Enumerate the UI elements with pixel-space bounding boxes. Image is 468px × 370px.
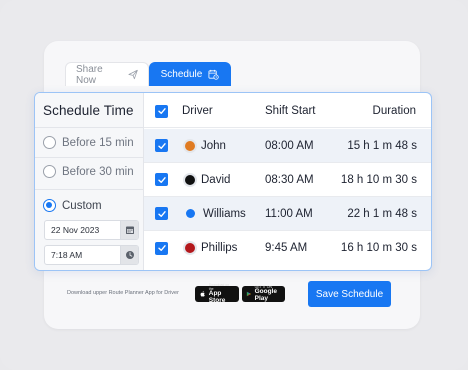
- download-app-text: Download upper Route Planner App for Dri…: [67, 290, 179, 296]
- driver-name: John: [201, 139, 226, 152]
- duration: 22 h 1 m 48 s: [347, 207, 417, 220]
- schedule-time-title: Schedule Time: [43, 103, 134, 118]
- check-icon: [157, 245, 166, 251]
- driver-color-dot: [185, 140, 195, 151]
- option-custom[interactable]: Custom: [43, 199, 102, 212]
- app-store-big: App Store: [208, 290, 226, 304]
- divider: [35, 189, 144, 190]
- google-play-text: GET IT ON Google Play: [254, 285, 281, 303]
- driver-color-dot: [185, 174, 195, 185]
- clock-icon: [125, 251, 134, 259]
- tab-share-now-label: Share Now: [76, 63, 103, 86]
- radio-button[interactable]: [43, 165, 56, 178]
- tab-share-now[interactable]: Share Now: [65, 62, 149, 86]
- header-duration: Duration: [372, 105, 416, 117]
- calendar-clock-icon: [208, 69, 220, 80]
- driver-color-dot: [186, 209, 195, 218]
- google-play-icon: [246, 291, 252, 297]
- check-icon: [157, 210, 166, 217]
- schedule-time-column: Schedule Time Before 15 min Before 30 mi…: [35, 93, 144, 270]
- divider: [35, 157, 144, 158]
- google-play-badge[interactable]: GET IT ON Google Play: [242, 285, 285, 303]
- row-checkbox[interactable]: [155, 241, 168, 255]
- time-value: 7:18 AM: [51, 250, 83, 260]
- check-icon: [157, 176, 166, 183]
- header-driver: Driver: [182, 105, 213, 117]
- duration: 16 h 10 m 30 s: [340, 242, 417, 254]
- check-icon: [157, 142, 166, 149]
- option-label: Custom: [62, 199, 102, 212]
- shift-start: 11:00 AM: [265, 207, 313, 220]
- tab-schedule[interactable]: Schedule: [149, 62, 231, 86]
- table-row[interactable]: Williams 11:00 AM 22 h 1 m 48 s: [144, 197, 431, 231]
- shift-start: 08:00 AM: [265, 139, 314, 152]
- header-shift-start: Shift Start: [265, 105, 316, 117]
- google-play-big: Google Play: [254, 288, 277, 302]
- calendar-icon: [125, 226, 134, 234]
- driver-name: David: [201, 173, 231, 186]
- table-row[interactable]: David 08:30 AM 18 h 10 m 30 s: [144, 163, 431, 197]
- drivers-table: Driver Shift Start Duration John 08:00 A…: [144, 93, 431, 270]
- check-icon: [157, 108, 166, 114]
- table-header: Driver Shift Start Duration: [144, 95, 431, 128]
- driver-name: Williams: [203, 207, 246, 220]
- row-checkbox[interactable]: [155, 139, 168, 152]
- divider: [35, 127, 144, 128]
- row-checkbox[interactable]: [155, 173, 168, 186]
- tab-bar: Share Now Schedule: [65, 62, 231, 86]
- driver-name: Phillips: [201, 242, 238, 254]
- option-label: Before 30 min: [62, 165, 134, 178]
- radio-button[interactable]: [43, 136, 56, 149]
- option-label: Before 15 min: [62, 136, 134, 149]
- shift-start: 9:45 AM: [265, 242, 308, 254]
- duration: 18 h 10 m 30 s: [340, 173, 417, 186]
- clock-button[interactable]: [120, 246, 138, 264]
- duration: 15 h 1 m 48 s: [347, 139, 417, 152]
- apple-icon: [200, 291, 205, 297]
- tab-schedule-label: Schedule: [160, 68, 203, 80]
- row-checkbox[interactable]: [155, 207, 168, 220]
- select-all-checkbox[interactable]: [155, 104, 168, 118]
- option-before-30[interactable]: Before 30 min: [43, 165, 134, 178]
- table-row[interactable]: Phillips 9:45 AM 16 h 10 m 30 s: [144, 231, 431, 265]
- app-store-text: Download on the App Store: [208, 283, 235, 304]
- radio-button-selected[interactable]: [43, 199, 56, 212]
- time-field[interactable]: 7:18 AM: [44, 245, 139, 265]
- schedule-panel: Schedule Time Before 15 min Before 30 mi…: [34, 92, 432, 271]
- send-icon: [128, 69, 138, 80]
- option-before-15[interactable]: Before 15 min: [43, 136, 134, 149]
- calendar-button[interactable]: [120, 221, 138, 239]
- table-row[interactable]: John 08:00 AM 15 h 1 m 48 s: [144, 129, 431, 163]
- date-field[interactable]: 22 Nov 2023: [44, 220, 139, 240]
- shift-start: 08:30 AM: [265, 173, 314, 186]
- save-schedule-button[interactable]: Save Schedule: [308, 281, 391, 307]
- date-value: 22 Nov 2023: [51, 225, 100, 235]
- driver-color-dot: [185, 243, 195, 253]
- app-store-badge[interactable]: Download on the App Store: [195, 283, 239, 304]
